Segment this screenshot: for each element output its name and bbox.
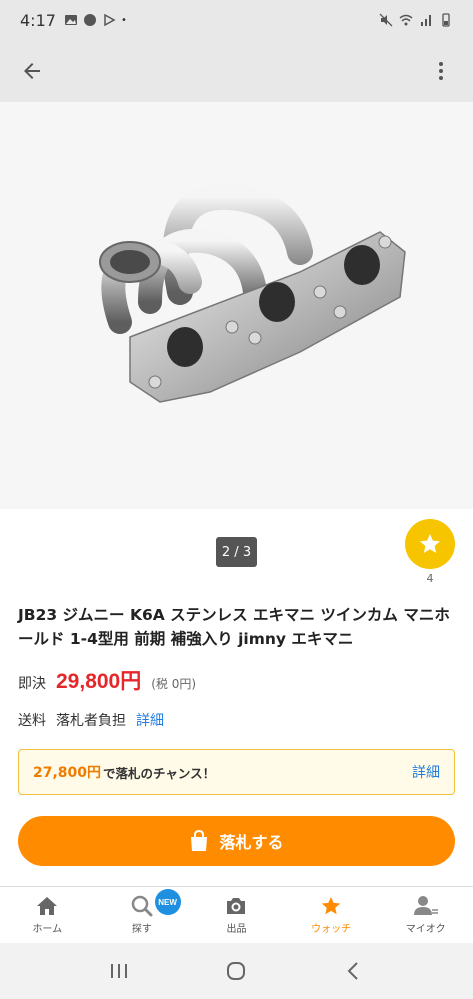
tab-watch[interactable]: ウォッチ bbox=[284, 887, 379, 943]
status-time: 4:17 bbox=[20, 10, 56, 30]
buy-now-price: 29,800円 bbox=[56, 670, 142, 693]
system-nav-bar bbox=[0, 943, 473, 999]
product-image[interactable] bbox=[0, 102, 473, 509]
arrow-left-icon bbox=[24, 63, 40, 79]
back-nav-icon[interactable] bbox=[343, 960, 365, 982]
chance-text: で落札のチャンス！ bbox=[103, 765, 216, 781]
system-icons bbox=[379, 13, 453, 27]
person-icon bbox=[413, 896, 438, 915]
price-row: 即決 29,800円 (税 0円) bbox=[18, 665, 196, 695]
new-badge: NEW bbox=[154, 889, 181, 915]
shopping-bag-icon bbox=[191, 830, 208, 851]
tab-my-auction[interactable]: マイオク bbox=[378, 887, 473, 943]
watch-button[interactable] bbox=[405, 519, 455, 569]
status-bar: 4:17 • bbox=[0, 0, 473, 40]
tax-amount: (税 0円) bbox=[151, 677, 197, 691]
watch-count: 4 bbox=[426, 572, 434, 585]
shipping-row: 送料 落札者負担 詳細 bbox=[18, 710, 164, 730]
recent-apps-icon[interactable] bbox=[108, 961, 130, 981]
wifi-icon bbox=[399, 14, 413, 26]
shipping-value: 落札者負担 bbox=[56, 713, 126, 729]
bid-button-label: 落札する bbox=[219, 833, 284, 852]
app-bar bbox=[0, 40, 473, 102]
search-icon bbox=[131, 895, 153, 917]
camera-icon bbox=[227, 898, 246, 914]
tab-sell-label: 出品 bbox=[226, 924, 247, 935]
chance-detail-link[interactable]: 詳細 bbox=[412, 762, 440, 782]
bid-button[interactable]: 落札する bbox=[18, 816, 455, 866]
tab-watch-label: ウォッチ bbox=[311, 924, 352, 935]
image-pager: 2 / 3 bbox=[216, 537, 257, 567]
notification-icons: • bbox=[64, 13, 127, 27]
dot-icon: • bbox=[120, 14, 127, 26]
shipping-detail-link[interactable]: 詳細 bbox=[136, 710, 164, 730]
item-title: JB23 ジムニー K6A ステンレス エキマニ ツインカム マニホールド 1-… bbox=[18, 606, 450, 648]
tab-search-label: 探す bbox=[131, 924, 152, 935]
bottom-tab-bar: ホーム 探す NEW 出品 ウォッチ マイオク bbox=[0, 887, 473, 943]
signal-icon bbox=[421, 15, 431, 26]
back-button[interactable] bbox=[16, 55, 48, 87]
star-icon bbox=[420, 534, 440, 553]
battery-icon bbox=[442, 13, 450, 27]
price-label: 即決 bbox=[18, 676, 46, 692]
exhaust-manifold-image bbox=[99, 183, 406, 403]
tab-sell[interactable]: 出品 bbox=[189, 887, 284, 943]
home-nav-icon[interactable] bbox=[225, 960, 247, 982]
tab-home[interactable]: ホーム bbox=[0, 887, 95, 943]
tab-home-label: ホーム bbox=[32, 924, 63, 935]
messenger-icon bbox=[83, 14, 96, 26]
tab-my-auction-label: マイオク bbox=[405, 924, 446, 935]
more-vert-icon bbox=[439, 62, 443, 80]
shipping-label: 送料 bbox=[18, 713, 46, 729]
gallery-icon bbox=[64, 15, 77, 25]
tab-search[interactable]: 探す NEW bbox=[95, 887, 190, 943]
star-icon bbox=[321, 896, 341, 915]
home-icon bbox=[37, 897, 58, 915]
chance-amount: 27,800円 bbox=[33, 765, 102, 781]
chance-banner[interactable]: 27,800円 で落札のチャンス！ 詳細 bbox=[18, 749, 455, 795]
more-menu-button[interactable] bbox=[425, 55, 457, 87]
mute-icon bbox=[379, 13, 393, 27]
play-store-icon bbox=[104, 13, 116, 27]
